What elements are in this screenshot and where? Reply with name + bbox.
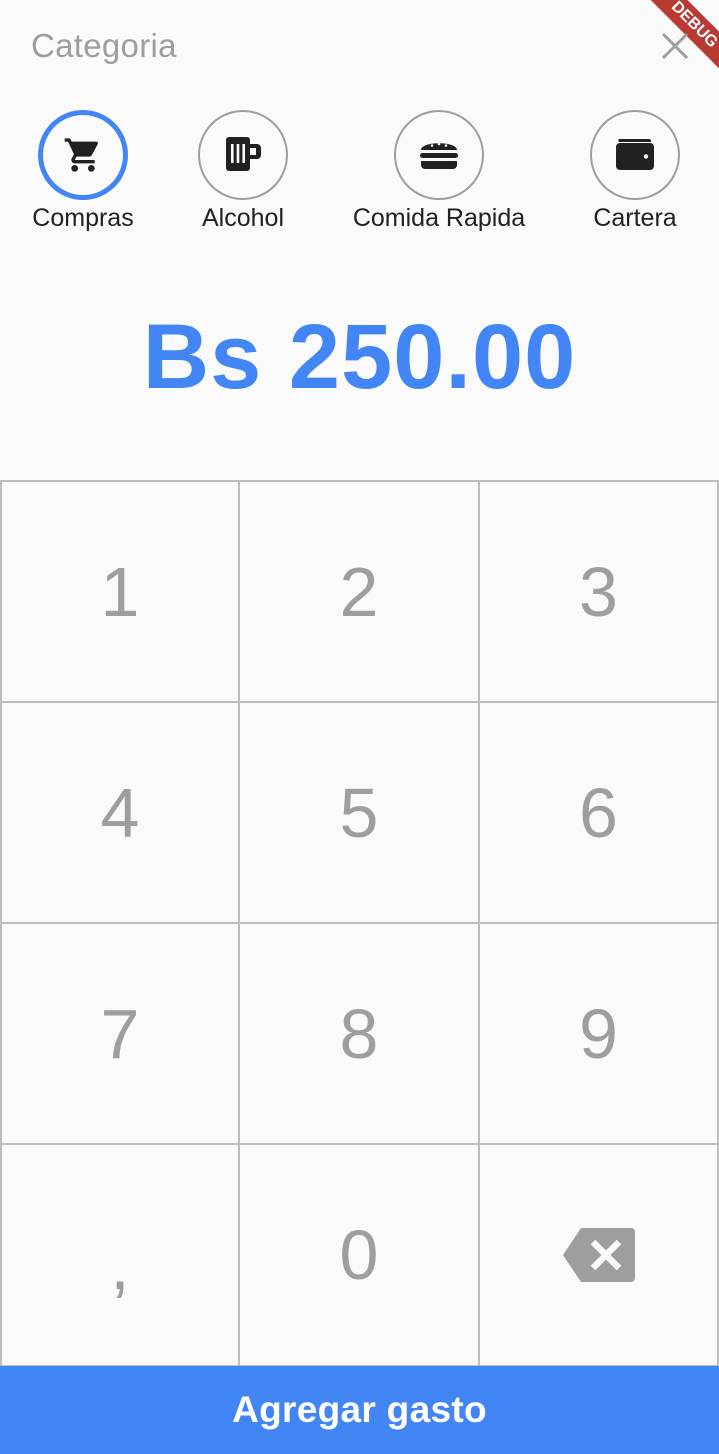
amount-display: Bs 250.00 [142, 306, 577, 408]
category-circle-selected [38, 110, 128, 200]
category-circle [590, 110, 680, 200]
key-8[interactable]: 8 [240, 924, 480, 1145]
category-comida-rapida[interactable]: Comida Rapida [353, 110, 525, 233]
category-selector: Compras Alcohol Comida Rapida Cartera [0, 110, 719, 240]
key-4[interactable]: 4 [0, 703, 240, 924]
shopping-cart-icon [64, 138, 99, 172]
category-label: Cartera [593, 204, 677, 232]
close-button[interactable] [653, 24, 697, 68]
beer-mug-icon [226, 137, 261, 171]
hamburger-icon [420, 142, 458, 169]
category-compras[interactable]: Compras [32, 110, 134, 233]
key-5[interactable]: 5 [240, 703, 480, 924]
key-7[interactable]: 7 [0, 924, 240, 1145]
add-expense-button[interactable]: Agregar gasto [0, 1366, 719, 1454]
key-3[interactable]: 3 [480, 482, 719, 703]
key-6[interactable]: 6 [480, 703, 719, 924]
page-title: Categoria [31, 27, 177, 64]
key-1[interactable]: 1 [0, 482, 240, 703]
add-expense-screen: DEBUG Categoria Compras Alcohol Comida R… [0, 0, 719, 1454]
backspace-icon [562, 1228, 635, 1282]
backspace-key[interactable] [480, 1145, 719, 1367]
header: Categoria [0, 0, 719, 95]
category-alcohol[interactable]: Alcohol [198, 110, 288, 233]
key-comma[interactable]: , [0, 1145, 240, 1367]
key-9[interactable]: 9 [480, 924, 719, 1145]
category-label: Compras [32, 204, 134, 232]
category-cartera[interactable]: Cartera [590, 110, 680, 233]
category-label: Comida Rapida [352, 204, 526, 232]
key-2[interactable]: 2 [240, 482, 480, 703]
category-circle [394, 110, 484, 200]
category-label: Alcohol [202, 204, 284, 232]
key-0[interactable]: 0 [240, 1145, 480, 1367]
close-icon [661, 32, 689, 60]
wallet-icon [616, 139, 654, 170]
numeric-keypad: 1 2 3 4 5 6 7 8 9 , 0 [0, 480, 719, 1367]
category-circle [198, 110, 288, 200]
